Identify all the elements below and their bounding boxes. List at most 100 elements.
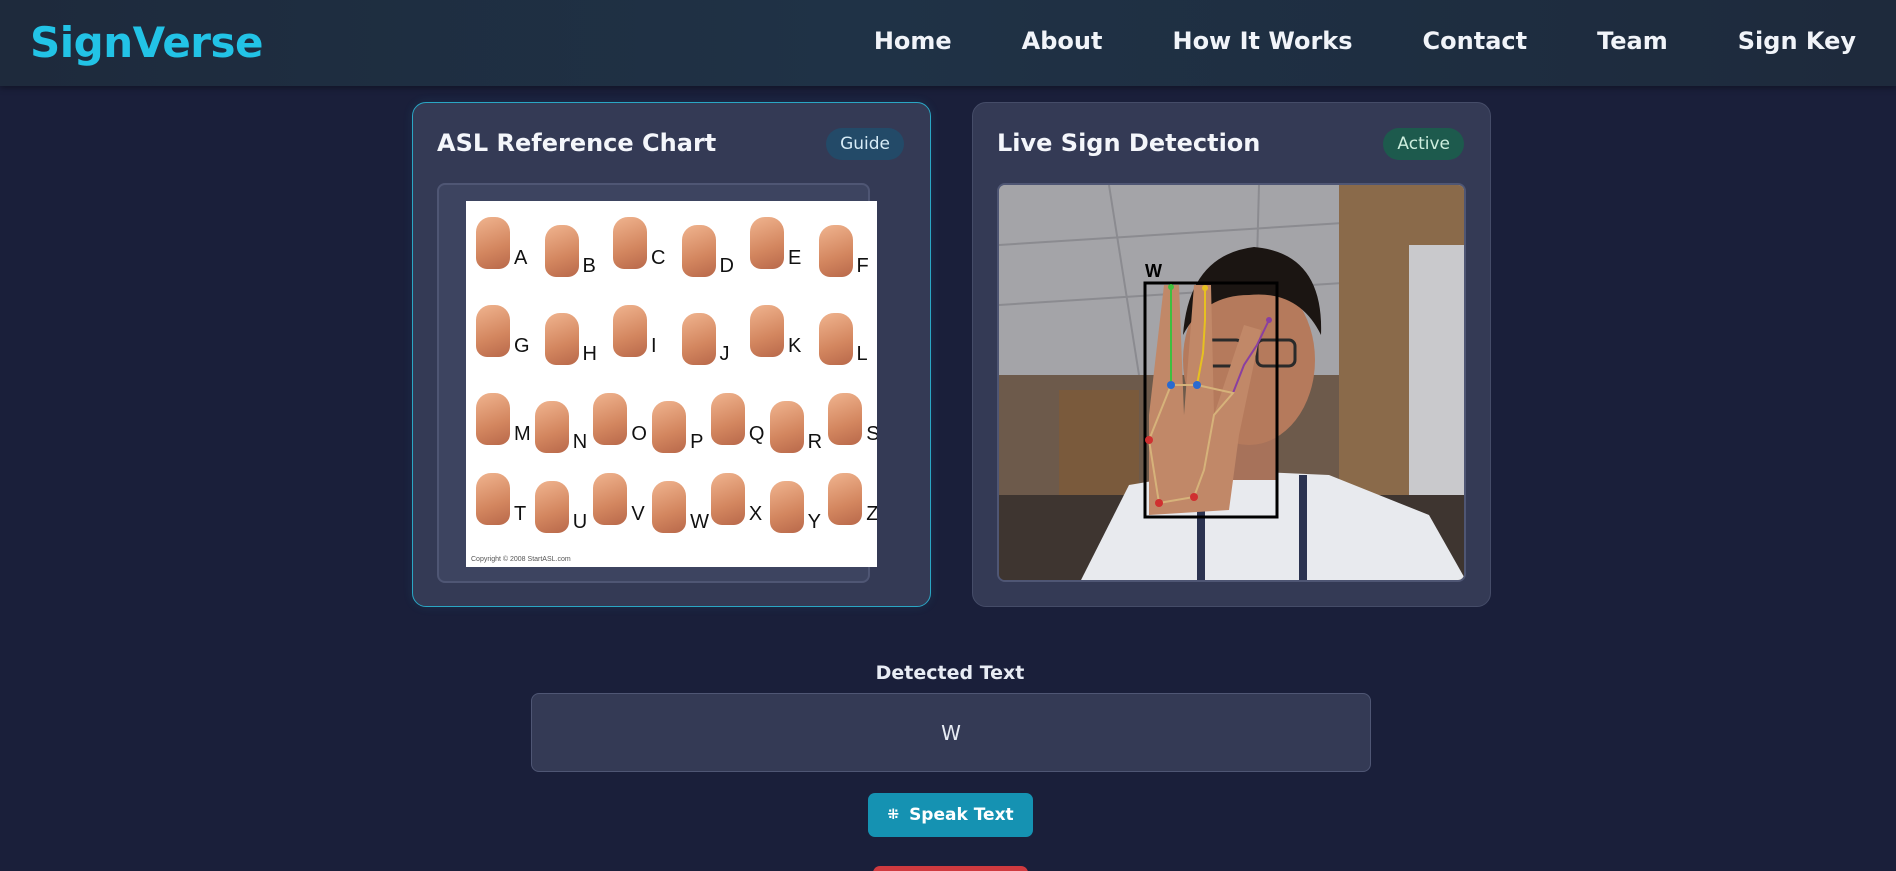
asl-sign-cell: L <box>813 309 878 389</box>
asl-sign-cell: S <box>822 389 877 469</box>
asl-letter: Q <box>748 423 765 445</box>
nav-link-team[interactable]: Team <box>1597 27 1668 55</box>
asl-alphabet-chart-image: Copyright © 2008 StartASL.com A B C D E F G H I J… <box>466 201 877 567</box>
landmark-point <box>1193 381 1201 389</box>
hand-sign-icon <box>534 401 569 453</box>
hand-sign-icon <box>534 481 569 533</box>
asl-letter: P <box>690 431 704 453</box>
asl-sign-cell: I <box>607 301 675 381</box>
hand-sign-icon <box>476 305 510 357</box>
asl-letter: N <box>572 431 588 453</box>
detected-text-label: Detected Text <box>875 662 1025 684</box>
asl-letter: A <box>514 247 528 269</box>
asl-letter: I <box>651 335 657 357</box>
hand-sign-icon <box>750 217 784 269</box>
hand-sign-icon <box>476 473 510 525</box>
hand-sign-icon <box>593 393 628 445</box>
clear-text-button[interactable] <box>873 866 1028 871</box>
hand-sign-icon <box>593 473 628 525</box>
hand-sign-icon <box>476 217 510 269</box>
nav-link-sign-key[interactable]: Sign Key <box>1738 27 1856 55</box>
asl-letter: K <box>788 335 802 357</box>
asl-letter: D <box>719 255 734 277</box>
hand-sign-icon <box>544 313 579 365</box>
landmark-point <box>1190 493 1198 501</box>
nav-link-contact[interactable]: Contact <box>1423 27 1528 55</box>
landmark-point <box>1145 436 1153 444</box>
asl-letter: F <box>856 255 869 277</box>
asl-sign-cell: C <box>607 213 675 293</box>
landmark-point <box>1167 381 1175 389</box>
asl-letter: V <box>631 503 645 525</box>
asl-sign-cell: G <box>470 301 538 381</box>
hand-sign-icon <box>769 481 804 533</box>
landmark-point <box>1155 499 1163 507</box>
landmark-point <box>1266 317 1272 323</box>
hand-sign-icon <box>769 401 804 453</box>
asl-letter: X <box>748 503 763 525</box>
navbar: SignVerse Home About How It Works Contac… <box>0 0 1896 86</box>
nav-links: Home About How It Works Contact Team Sig… <box>804 27 1856 55</box>
nav-link-home[interactable]: Home <box>874 27 952 55</box>
hand-sign-icon <box>681 225 716 277</box>
guide-badge: Guide <box>826 128 904 160</box>
hand-sign-icon <box>750 305 784 357</box>
hand-sign-icon <box>652 481 687 533</box>
asl-sign-cell: B <box>539 221 607 301</box>
asl-sign-cell: E <box>744 213 812 293</box>
asl-letter: L <box>856 343 868 365</box>
hand-sign-icon <box>652 401 687 453</box>
asl-letter: G <box>514 335 530 357</box>
asl-sign-cell: F <box>813 221 878 301</box>
asl-letter: C <box>651 247 666 269</box>
lanyard <box>1299 475 1307 580</box>
asl-letter: E <box>788 247 802 269</box>
hand-sign-icon <box>828 393 863 445</box>
hand-sign-icon <box>710 393 745 445</box>
card-title: ASL Reference Chart <box>437 129 717 157</box>
active-badge: Active <box>1383 128 1464 160</box>
asl-sign-cell: Z <box>822 469 877 549</box>
hand-sign-icon <box>710 473 745 525</box>
asl-letter: T <box>514 503 527 525</box>
speak-text-label: Speak Text <box>909 805 1014 825</box>
live-detection-card: Live Sign Detection Active W <box>972 102 1491 607</box>
asl-letter: Z <box>866 503 877 525</box>
hand-sign-icon <box>818 225 853 277</box>
nav-link-how-it-works[interactable]: How It Works <box>1172 27 1352 55</box>
camera-feed: W <box>997 183 1466 582</box>
asl-letter: H <box>582 343 597 365</box>
detected-text-output: W <box>531 693 1371 772</box>
landmark-point <box>1168 284 1174 290</box>
asl-sign-cell: A <box>470 213 538 293</box>
detection-label: W <box>1145 261 1162 281</box>
asl-letter: O <box>631 423 647 445</box>
hand-sign-icon <box>681 313 716 365</box>
wood-panel <box>1059 390 1139 500</box>
asl-letter: Y <box>807 511 821 533</box>
asl-letter: S <box>866 423 877 445</box>
window <box>1409 245 1464 525</box>
camera-feed-scene: W <box>999 185 1464 580</box>
hand-sign-icon <box>544 225 579 277</box>
asl-sign-cell: K <box>744 301 812 381</box>
asl-sign-cell: H <box>539 309 607 389</box>
card-title: Live Sign Detection <box>997 129 1261 157</box>
nav-link-about[interactable]: About <box>1022 27 1103 55</box>
speak-text-button[interactable]: ⁜ Speak Text <box>868 793 1033 837</box>
hand-sign-icon <box>818 313 853 365</box>
asl-letter: R <box>807 431 823 453</box>
asl-reference-card: ASL Reference Chart Guide Copyright © 20… <box>412 102 931 607</box>
hand-sign-icon <box>613 217 647 269</box>
asl-sign-cell: D <box>676 221 744 301</box>
asl-sign-cell: J <box>676 309 744 389</box>
landmark-point <box>1202 285 1208 291</box>
brand-logo[interactable]: SignVerse <box>30 18 264 67</box>
asl-chart-frame: Copyright © 2008 StartASL.com A B C D E F G H I J… <box>437 183 877 583</box>
hand-sign-icon <box>613 305 647 357</box>
asl-letter: U <box>572 511 588 533</box>
chart-copyright: Copyright © 2008 StartASL.com <box>471 556 571 563</box>
asl-letter: J <box>719 343 730 365</box>
asl-letter: B <box>582 255 596 277</box>
hand-sign-icon <box>828 473 863 525</box>
